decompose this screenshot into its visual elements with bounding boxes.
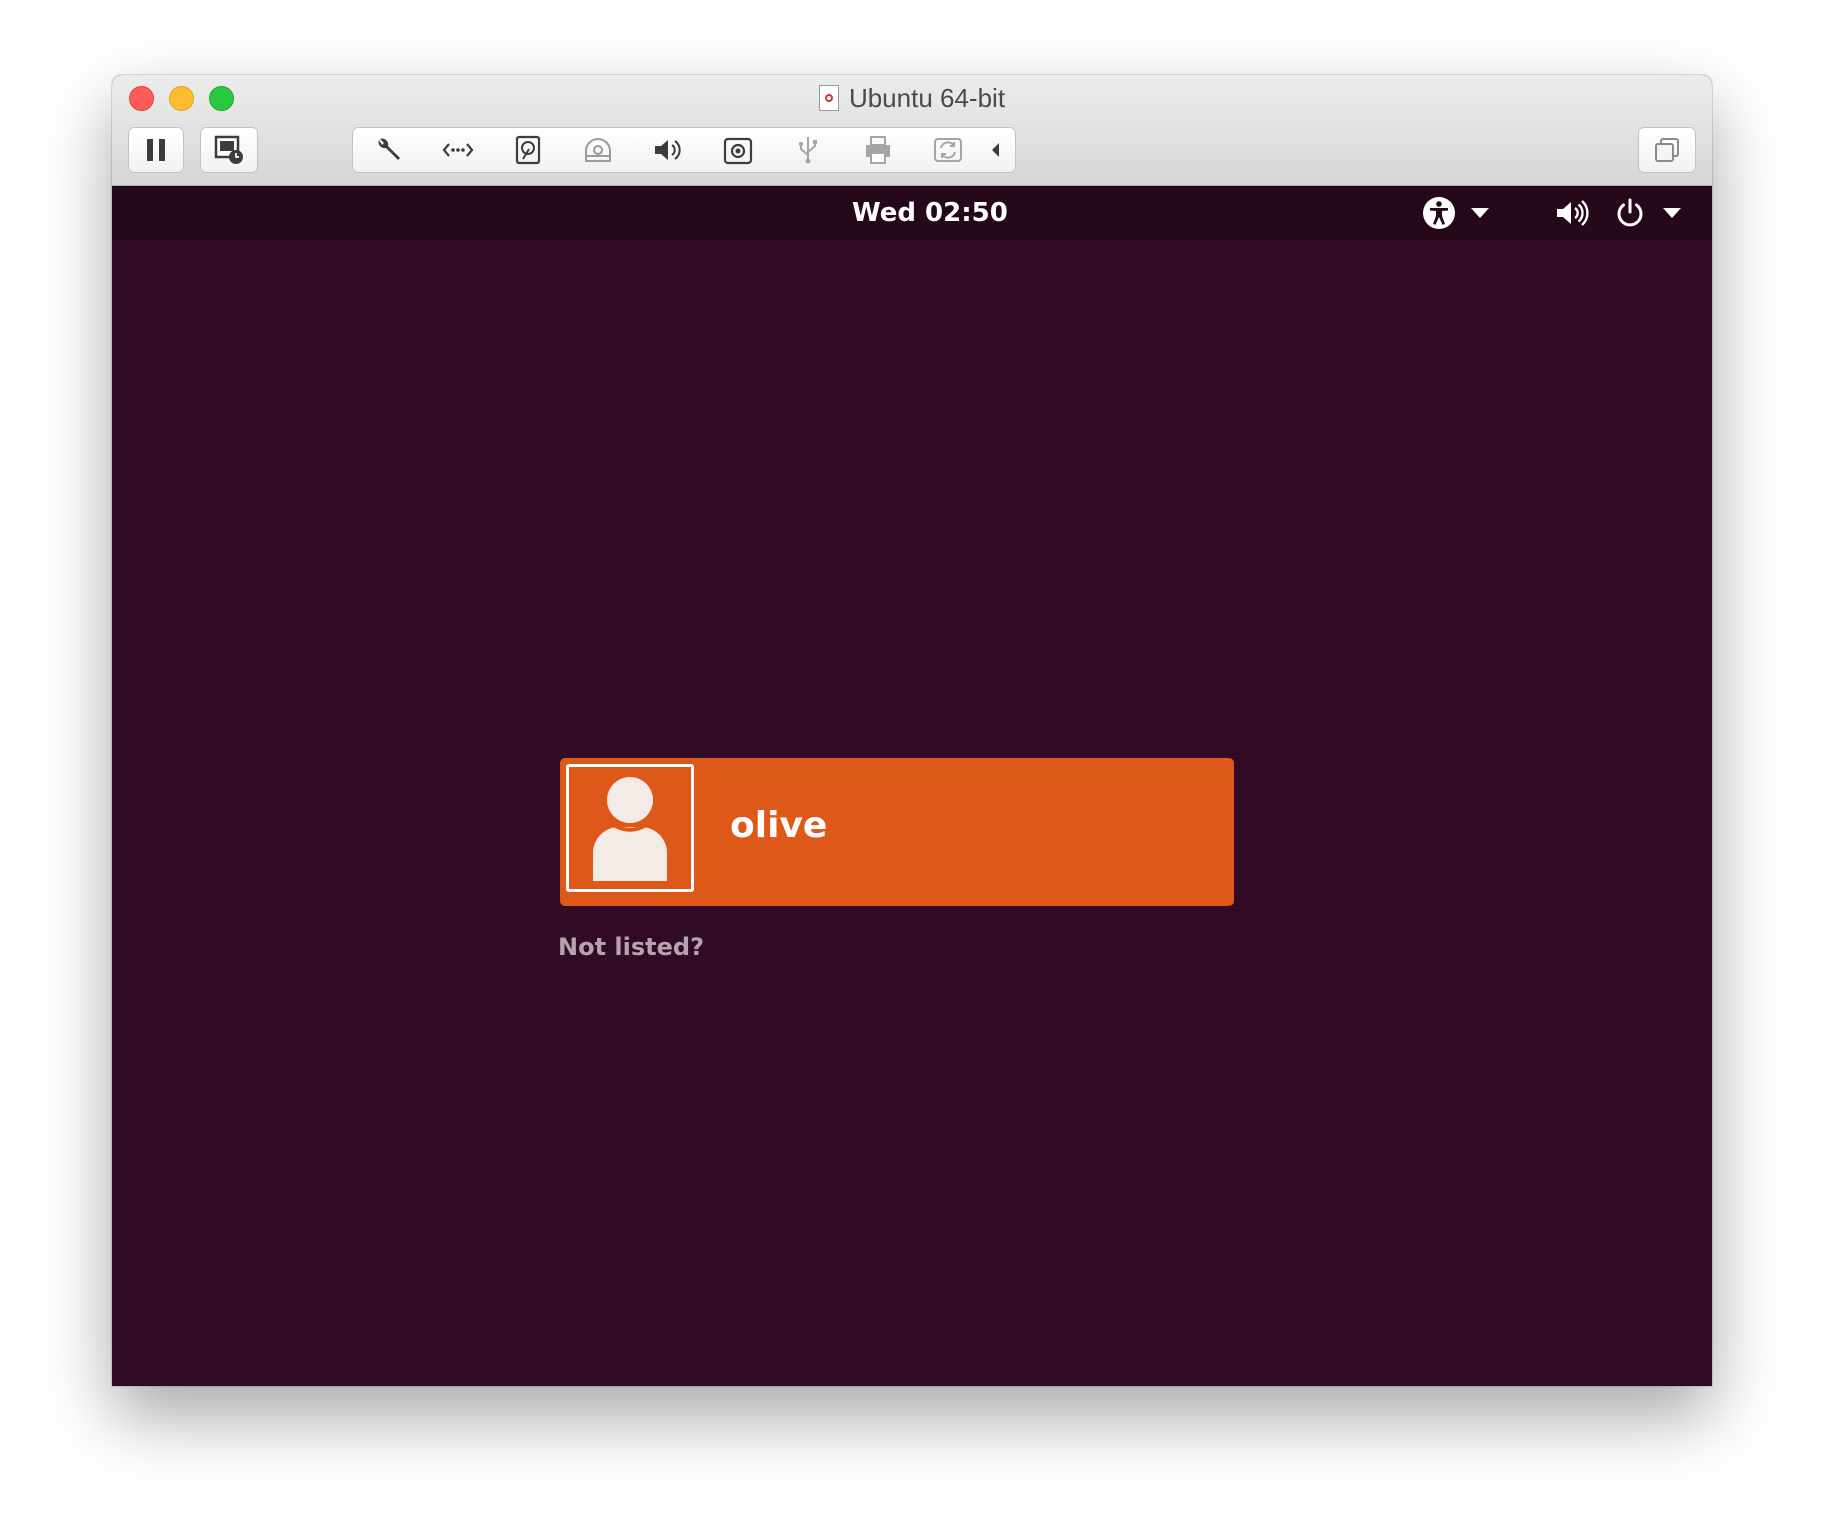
- chevron-down-icon: [1471, 208, 1489, 218]
- shared-folders-button[interactable]: [843, 128, 913, 172]
- accessibility-icon: [1423, 197, 1455, 229]
- network-button[interactable]: [423, 128, 493, 172]
- device-toolbar: [352, 127, 1016, 173]
- window-title-text: Ubuntu 64-bit: [848, 83, 1006, 113]
- wrench-icon: [378, 138, 400, 160]
- chevron-down-icon: [1663, 208, 1681, 218]
- usb-icon: [799, 137, 817, 164]
- power-icon: [1617, 198, 1643, 227]
- settings-button[interactable]: [353, 128, 423, 172]
- vm-window: Ubuntu 64-bit Wed 02:50 olive Not listed…: [112, 75, 1712, 1386]
- sync-icon: [934, 138, 962, 162]
- hard-disk-icon: [515, 135, 541, 165]
- usb-button[interactable]: [773, 128, 843, 172]
- accessibility-menu[interactable]: [1416, 196, 1496, 230]
- window-mode-button[interactable]: [1638, 127, 1696, 173]
- document-icon: [818, 85, 839, 111]
- pause-button[interactable]: [128, 127, 184, 173]
- windows-icon: [1655, 138, 1679, 162]
- sync-button[interactable]: [913, 128, 983, 172]
- camera-icon: [723, 137, 753, 165]
- printer-icon: [866, 136, 890, 164]
- speaker-icon: [655, 140, 681, 160]
- not-listed-link[interactable]: Not listed?: [558, 933, 704, 961]
- camera-button[interactable]: [703, 128, 773, 172]
- power-menu[interactable]: [1606, 196, 1690, 230]
- optical-drive-icon: [585, 138, 611, 162]
- window-title: Ubuntu 64-bit: [112, 81, 1712, 115]
- optical-drive-button[interactable]: [563, 128, 633, 172]
- vm-screen[interactable]: Wed 02:50 olive Not listed?: [112, 186, 1712, 1386]
- network-icon: [442, 143, 474, 157]
- user-name: olive: [730, 805, 828, 846]
- volume-icon: [1557, 200, 1589, 226]
- volume-indicator[interactable]: [1552, 196, 1592, 230]
- sound-button[interactable]: [633, 128, 703, 172]
- user-list-item[interactable]: olive: [560, 758, 1234, 906]
- collapse-toolbar-button[interactable]: [983, 128, 1007, 172]
- snapshot-icon: [214, 135, 243, 164]
- window-titlebar: Ubuntu 64-bit: [112, 75, 1712, 186]
- avatar: [566, 764, 694, 892]
- snapshot-button[interactable]: [200, 127, 258, 173]
- chevron-left-icon: [992, 143, 999, 157]
- clock[interactable]: Wed 02:50: [752, 186, 1312, 240]
- pause-icon: [147, 139, 165, 161]
- hard-disk-button[interactable]: [493, 128, 563, 172]
- gnome-top-bar: Wed 02:50: [112, 186, 1712, 240]
- user-avatar-icon: [593, 777, 667, 881]
